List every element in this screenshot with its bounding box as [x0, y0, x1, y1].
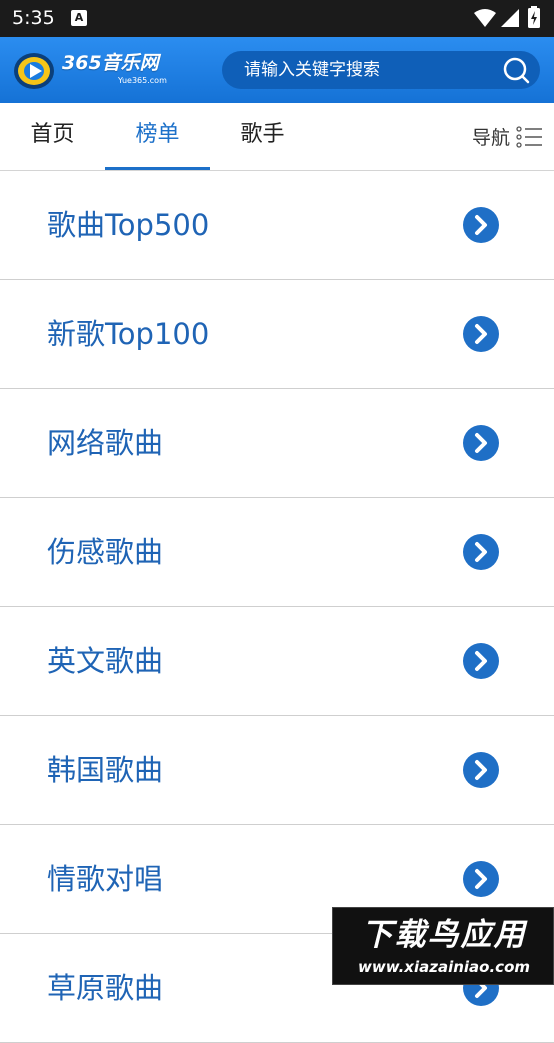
status-bar: 5:35 A [0, 0, 554, 37]
search-placeholder: 请输入关键字搜索 [244, 60, 380, 80]
list-item[interactable]: 韩国歌曲 [0, 716, 554, 825]
search-input[interactable]: 请输入关键字搜索 [222, 51, 540, 89]
list-item-label: 英文歌曲 [47, 644, 164, 678]
nav-bar: 首页 榜单 歌手 导航 [0, 103, 554, 171]
chevron-right-circle-icon [463, 643, 499, 679]
status-time: 5:35 [12, 7, 55, 29]
tab-charts[interactable]: 榜单 [105, 103, 210, 170]
search-icon[interactable] [502, 56, 530, 84]
list-item[interactable]: 英文歌曲 [0, 607, 554, 716]
chevron-right-circle-icon [463, 316, 499, 352]
app-header: 365音乐网 Yue365.com 请输入关键字搜索 [0, 37, 554, 103]
list-item[interactable]: 歌曲Top500 [0, 171, 554, 280]
list-item-label: 新歌Top100 [47, 317, 210, 351]
nav-menu-button[interactable]: 导航 [472, 103, 542, 170]
watermark-main-text: 下载鸟应用 [361, 917, 527, 953]
tab-home[interactable]: 首页 [0, 103, 105, 170]
chevron-right-circle-icon [463, 425, 499, 461]
chevron-right-circle-icon [463, 207, 499, 243]
list-item[interactable]: 伤感歌曲 [0, 498, 554, 607]
logo-disc-icon [14, 53, 54, 89]
battery-icon [528, 6, 540, 28]
list-menu-icon [516, 125, 542, 148]
list-item-label: 歌曲Top500 [47, 208, 210, 242]
watermark-url: www.xiazainiao.com [357, 958, 531, 976]
watermark: 下载鸟应用 www.xiazainiao.com [332, 907, 554, 985]
list-item-label: 网络歌曲 [47, 426, 164, 460]
logo-subtext: Yue365.com [118, 76, 167, 85]
list-item[interactable]: 新歌Top100 [0, 280, 554, 389]
notification-a-icon: A [71, 10, 87, 26]
list-item-label: 草原歌曲 [47, 971, 164, 1005]
list-item-label: 情歌对唱 [47, 862, 164, 896]
wifi-icon [474, 9, 496, 27]
site-logo[interactable]: 365音乐网 Yue365.com [12, 47, 182, 93]
chevron-right-circle-icon [463, 752, 499, 788]
tab-singer[interactable]: 歌手 [210, 103, 315, 170]
list-item-label: 韩国歌曲 [47, 753, 164, 787]
signal-icon [501, 9, 519, 27]
chevron-right-circle-icon [463, 534, 499, 570]
chevron-right-circle-icon [463, 861, 499, 897]
list-item-label: 伤感歌曲 [47, 535, 164, 569]
list-item[interactable]: 网络歌曲 [0, 389, 554, 498]
nav-menu-label: 导航 [471, 127, 510, 149]
logo-text: 365音乐网 [62, 52, 159, 74]
